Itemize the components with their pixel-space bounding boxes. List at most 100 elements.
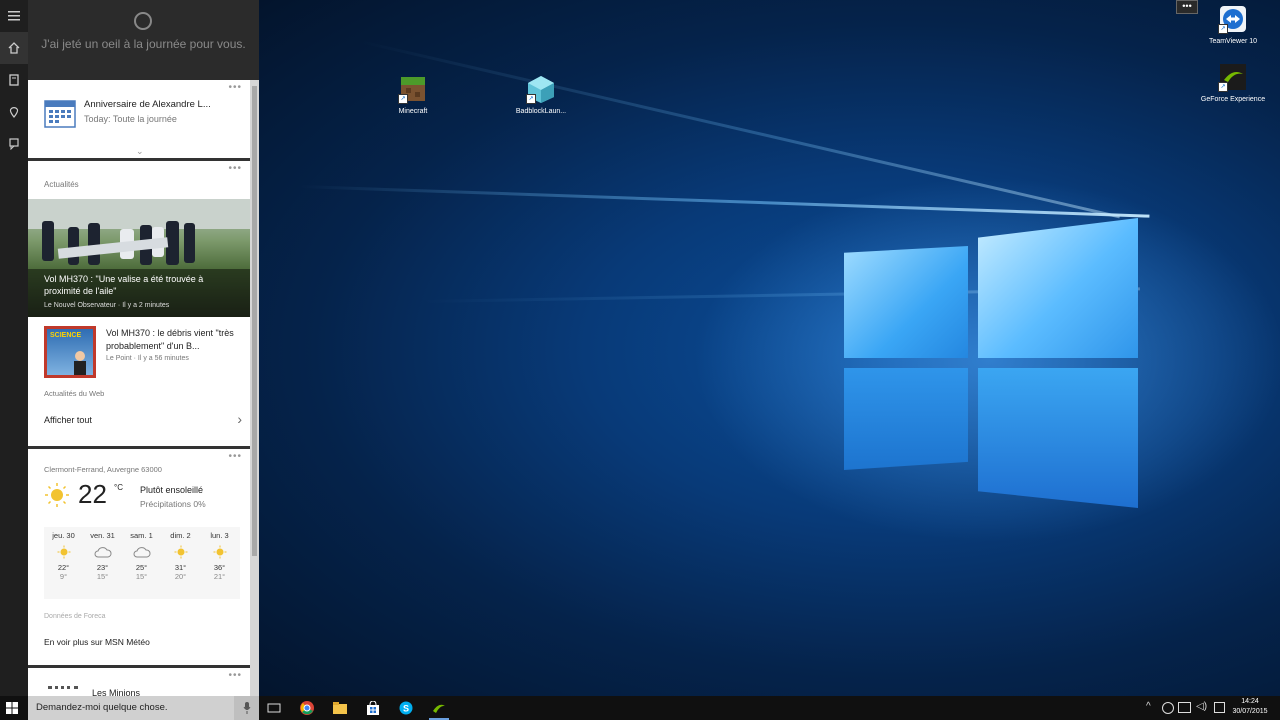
feedback-button[interactable]	[0, 128, 28, 160]
card-menu-icon[interactable]: •••	[228, 82, 242, 93]
forecast-day: lun. 3 36° 21°	[200, 531, 239, 581]
desktop-icon-teamviewer[interactable]: ↗ TeamViewer 10	[1198, 4, 1268, 45]
second-story-headline: Vol MH370 : le débris vient "très probab…	[106, 328, 234, 351]
action-center-icon[interactable]	[1214, 702, 1225, 713]
desktop-icon-badblock[interactable]: ↗ BadblockLaun...	[506, 74, 576, 115]
desktop-icon-label: GeForce Experience	[1200, 96, 1266, 103]
show-all-link[interactable]: Afficher tout ›	[28, 407, 250, 437]
chevron-right-icon: ›	[237, 411, 242, 427]
cortana-scrollbar[interactable]	[250, 80, 259, 696]
forecast-low: 15°	[96, 572, 109, 581]
forecast-day-label: dim. 2	[170, 531, 191, 540]
forecast-high: 22°	[57, 563, 70, 572]
folder-icon	[333, 702, 347, 714]
search-placeholder: Demandez-moi quelque chose.	[36, 702, 168, 713]
taskbar-skype[interactable]: S	[396, 698, 416, 718]
start-button[interactable]	[2, 698, 22, 718]
top-story-image[interactable]: Vol MH370 : "Une valise a été trouvée à …	[28, 199, 250, 317]
sun-icon	[161, 543, 200, 561]
cloud-icon	[122, 543, 161, 561]
location-pin-icon	[9, 107, 19, 118]
clock-time: 14:24	[1241, 698, 1259, 705]
svg-text:S: S	[403, 704, 409, 714]
forecast-day: dim. 2 31° 20°	[161, 531, 200, 581]
geforce-icon: ↗	[1218, 62, 1248, 92]
notebook-icon	[9, 74, 19, 86]
cortana-cards: ••• Anniversaire de Alexandre L... Today…	[28, 80, 250, 696]
forecast-day-label: lun. 3	[210, 531, 229, 540]
logo-pane-bottom-right	[978, 368, 1138, 508]
microphone-icon	[243, 702, 250, 714]
forecast-low: 21°	[213, 572, 226, 581]
card-menu-icon[interactable]: •••	[228, 670, 242, 681]
movie-card-title: Les Minions	[92, 688, 141, 696]
taskbar-store[interactable]	[363, 698, 383, 718]
taskbar-file-explorer[interactable]	[330, 698, 350, 718]
notebook-button[interactable]	[0, 64, 28, 96]
more-options-icon[interactable]: •••	[1176, 0, 1198, 14]
tray-app-icon[interactable]	[1162, 702, 1174, 714]
news-photo-people	[28, 199, 250, 317]
sun-icon	[200, 543, 239, 561]
light-beam	[299, 185, 1150, 218]
weather-precipitation: Précipitations 0%	[140, 499, 206, 509]
network-icon[interactable]	[1178, 702, 1191, 713]
news-section-label: Actualités	[44, 180, 79, 189]
forecast-day-label: jeu. 30	[52, 531, 75, 540]
card-menu-icon[interactable]: •••	[228, 451, 242, 462]
forecast-day-label: ven. 31	[90, 531, 115, 540]
task-view-button[interactable]	[264, 698, 284, 718]
forecast-low: 15°	[135, 572, 148, 581]
chrome-icon	[300, 701, 314, 715]
desktop-icon-label: Minecraft	[398, 108, 428, 115]
weather-forecast: jeu. 30 22° 9° ven. 31 23° 15° sam. 1 25° 15° dim…	[44, 527, 240, 599]
logo-pane-top-left	[844, 246, 968, 358]
tray-chevron-up-icon[interactable]: ^	[1146, 701, 1151, 712]
calendar-icon	[44, 100, 76, 128]
weather-location: Clermont-Ferrand, Auvergne 63000	[44, 465, 162, 474]
desktop-icon-label: BadblockLaun...	[515, 108, 567, 115]
cortana-header: J'ai jeté un oeil à la journée pour vous…	[28, 0, 259, 80]
volume-icon[interactable]: ◁)	[1196, 701, 1207, 712]
desktop-icon-geforce[interactable]: ↗ GeForce Experience	[1198, 62, 1268, 103]
forecast-high: 31°	[174, 563, 187, 572]
cortana-panel: J'ai jeté un oeil à la journée pour vous…	[28, 0, 259, 696]
msn-weather-link[interactable]: En voir plus sur MSN Météo	[44, 637, 150, 647]
scrollbar-thumb[interactable]	[252, 86, 257, 556]
calendar-card[interactable]: ••• Anniversaire de Alexandre L... Today…	[28, 80, 250, 158]
desktop-icon-minecraft[interactable]: ↗ Minecraft	[378, 74, 448, 115]
windows-logo-icon	[6, 702, 18, 714]
weather-unit: °C	[114, 483, 123, 492]
taskbar-chrome[interactable]	[297, 698, 317, 718]
second-story[interactable]: SCIENCE Vol MH370 : le débris vient "trè…	[28, 321, 250, 381]
desktop-icon-label: TeamViewer 10	[1208, 38, 1258, 45]
calendar-event-title: Anniversaire de Alexandre L...	[84, 99, 211, 110]
top-story-headline: Vol MH370 : "Une valise a été trouvée à …	[44, 274, 204, 296]
cube-icon: ↗	[526, 74, 556, 104]
calendar-event-time: Today: Toute la journée	[84, 114, 177, 124]
feedback-icon	[9, 138, 19, 150]
forecast-low: 20°	[174, 572, 187, 581]
weather-card[interactable]: ••• Clermont-Ferrand, Auvergne 63000 22 …	[28, 449, 250, 665]
weather-temperature: 22	[78, 479, 107, 509]
clock[interactable]: 14:24 30/07/2015	[1232, 697, 1268, 717]
chevron-down-icon[interactable]: ⌄	[136, 146, 144, 157]
sun-icon	[44, 543, 83, 561]
film-strip-icon	[48, 686, 78, 696]
forecast-day: sam. 1 25° 15°	[122, 531, 161, 581]
cortana-nav-rail	[0, 0, 28, 696]
movie-card[interactable]: ••• Les Minions	[28, 668, 250, 696]
forecast-high: 36°	[213, 563, 226, 572]
cortana-greeting: J'ai jeté un oeil à la journée pour vous…	[41, 37, 246, 51]
geforce-icon	[433, 704, 445, 713]
home-button[interactable]	[0, 32, 28, 64]
cortana-ring-icon	[134, 12, 152, 30]
places-button[interactable]	[0, 96, 28, 128]
cortana-search-box[interactable]: Demandez-moi quelque chose.	[28, 696, 259, 720]
clock-date: 30/07/2015	[1232, 708, 1268, 715]
weather-provider: Données de Foreca	[44, 613, 106, 620]
microphone-button[interactable]	[234, 696, 259, 720]
card-menu-icon[interactable]: •••	[228, 163, 242, 174]
taskbar-geforce[interactable]	[429, 698, 449, 720]
hamburger-menu-button[interactable]	[0, 0, 28, 32]
